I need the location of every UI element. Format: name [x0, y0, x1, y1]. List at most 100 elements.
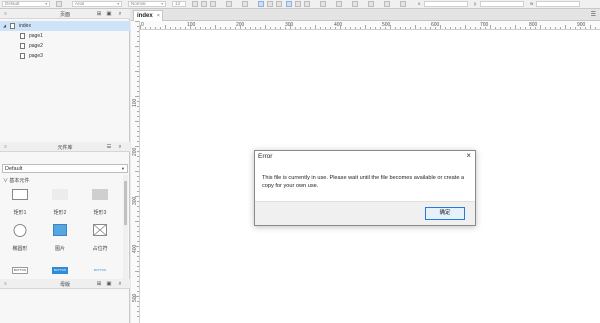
search-icon[interactable]: ⌕ [117, 281, 123, 287]
align-center-icon[interactable] [267, 1, 273, 7]
close-icon[interactable]: × [157, 11, 160, 21]
ruler-tick [405, 27, 406, 29]
add-folder-icon[interactable]: ▣ [106, 281, 112, 287]
ruler-tick [137, 256, 139, 257]
widget-rect3[interactable]: 矩形3 [85, 186, 115, 216]
widget-button-primary[interactable]: BUTTON [45, 265, 75, 279]
ruler-tick [485, 27, 486, 29]
tab-index[interactable]: index × [133, 10, 163, 21]
ruler-tick [245, 27, 246, 29]
ruler-tick [350, 27, 351, 29]
ruler-tick [455, 27, 456, 29]
ruler-tick [560, 27, 561, 29]
format-painter-icon[interactable] [56, 1, 62, 7]
ruler-tick [585, 27, 586, 29]
ruler-tick [150, 27, 151, 29]
search-icon[interactable]: ⌕ [117, 144, 123, 150]
widget-button-outline[interactable]: BUTTON [5, 265, 35, 279]
widget-placeholder[interactable]: 占位符 [85, 222, 115, 252]
widget-image[interactable]: 图片 [45, 222, 75, 252]
ruler-tick [320, 27, 321, 29]
align-left-icon[interactable] [258, 1, 264, 7]
ruler-tick [410, 27, 411, 29]
y-position-field[interactable] [480, 1, 524, 7]
ruler-tick [135, 146, 139, 147]
dialog-message: This file is currently in use. Please wa… [262, 175, 465, 189]
text-color-icon[interactable] [226, 1, 232, 7]
menu-icon[interactable]: ☰ [106, 144, 112, 150]
widget-label: 图片 [54, 246, 65, 252]
ruler-tick [435, 27, 436, 29]
ruler-tick [137, 266, 139, 267]
ruler-tick [395, 27, 396, 29]
align-top-icon[interactable] [286, 1, 292, 7]
ruler-tick [137, 36, 139, 37]
ruler-tick [137, 141, 139, 142]
ruler-tick [285, 27, 286, 29]
ruler-tick [590, 25, 591, 29]
ruler-tick [137, 56, 139, 57]
chevron-down-icon: ▼ [160, 2, 164, 6]
tab-menu-icon[interactable]: ☰ [591, 11, 596, 18]
widget-rect1[interactable]: 矩形1 [5, 186, 35, 216]
scrollbar-thumb[interactable] [124, 181, 127, 225]
width-field[interactable] [536, 1, 580, 7]
ruler-tick [135, 46, 139, 47]
style-value: Default [5, 1, 20, 6]
ruler-tick [240, 25, 241, 29]
add-folder-icon[interactable]: ▣ [106, 11, 112, 17]
fill-color-icon[interactable] [320, 1, 326, 7]
ok-button[interactable]: 确定 [425, 207, 465, 220]
font-size-dropdown[interactable]: 13 [172, 1, 186, 7]
search-icon[interactable]: ⌕ [117, 11, 123, 17]
ruler-tick [137, 286, 139, 287]
bold-icon[interactable] [192, 1, 198, 7]
ruler-tick [137, 66, 139, 67]
add-page-icon[interactable]: ⊞ [96, 11, 102, 17]
toolbar: Default ▼ Arial ▼ Normal ▼ 13 x y w [0, 0, 600, 9]
page-tree-item-page3[interactable]: page3 [0, 51, 130, 61]
ruler-tick [595, 27, 596, 29]
category-header[interactable]: ∨ 基本元件 [3, 177, 29, 184]
page-tree-item-page1[interactable]: page1 [0, 31, 130, 41]
align-middle-icon[interactable] [295, 1, 301, 7]
ruler-tick [495, 27, 496, 29]
line-weight-icon[interactable] [368, 1, 374, 7]
ruler-tick [137, 316, 139, 317]
ruler-tick [137, 156, 139, 157]
ruler-tick [500, 27, 501, 29]
ruler-tick [325, 27, 326, 29]
expand-triangle-icon[interactable]: ◢ [3, 21, 6, 31]
ruler-tick [345, 27, 346, 29]
widget-rect2[interactable]: 矩形2 [45, 186, 75, 216]
widget-button-link[interactable]: BUTTON [85, 265, 115, 279]
page-tree-item-index[interactable]: ◢ index [0, 21, 130, 31]
ruler-tick [445, 27, 446, 29]
page-tree-item-page2[interactable]: page2 [0, 41, 130, 51]
align-right-icon[interactable] [276, 1, 282, 7]
ruler-tick [425, 27, 426, 29]
library-select[interactable]: Default ▼ [2, 164, 128, 173]
align-bottom-icon[interactable] [304, 1, 310, 7]
arrow-style-icon[interactable] [400, 1, 406, 7]
style-dropdown[interactable]: Default ▼ [2, 1, 50, 7]
line-style-icon[interactable] [384, 1, 390, 7]
ruler-tick [275, 27, 276, 29]
library-scrollbar[interactable] [123, 175, 128, 279]
underline-icon[interactable] [210, 1, 216, 7]
font-dropdown[interactable]: Arial ▼ [72, 1, 122, 7]
ruler-tick [140, 25, 141, 29]
ruler-tick [137, 106, 139, 107]
ruler-tick [137, 231, 139, 232]
italic-icon[interactable] [201, 1, 207, 7]
border-color-icon[interactable] [352, 1, 358, 7]
ruler-tick [580, 27, 581, 29]
ruler-tick [400, 27, 401, 29]
bullet-list-icon[interactable] [242, 1, 248, 7]
add-master-icon[interactable]: ⊞ [96, 281, 102, 287]
font-weight-dropdown[interactable]: Normal ▼ [128, 1, 166, 7]
close-icon[interactable]: × [466, 151, 471, 160]
x-position-field[interactable] [424, 1, 468, 7]
shadow-icon[interactable] [336, 1, 342, 7]
widget-ellipse[interactable]: 椭圆形 [5, 222, 35, 252]
